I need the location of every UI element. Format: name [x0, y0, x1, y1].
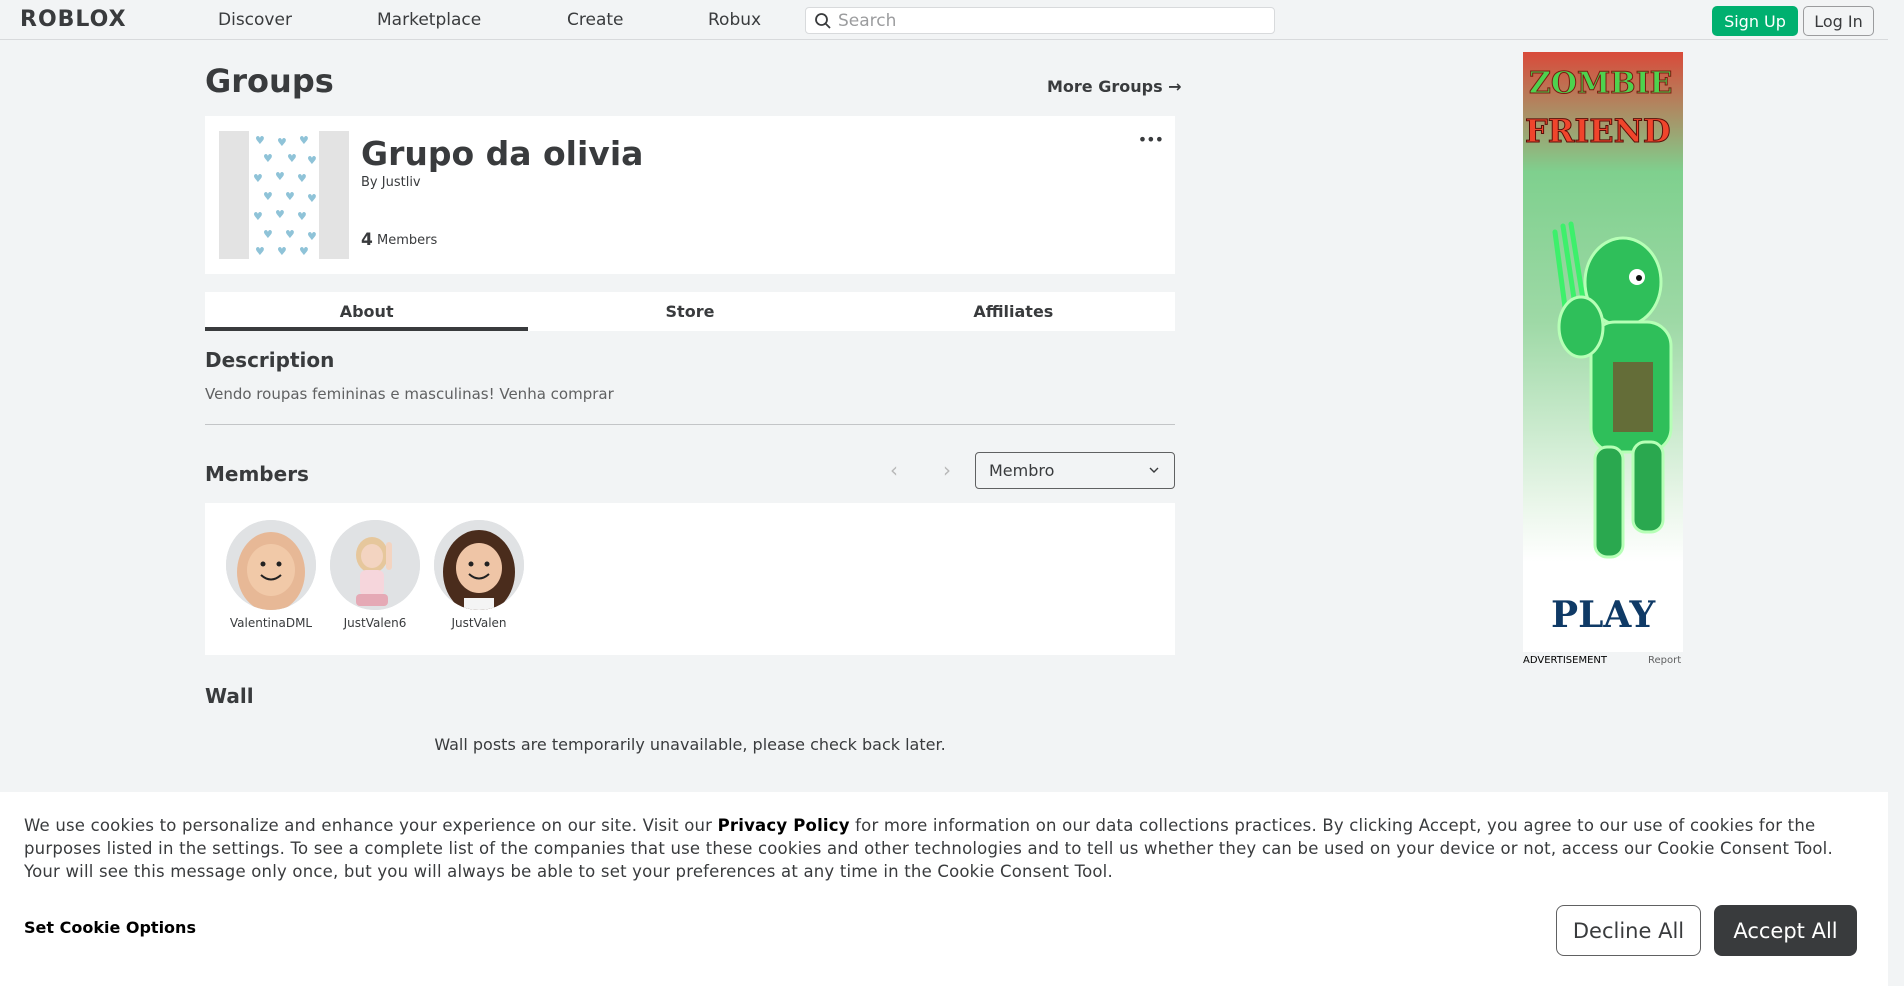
more-options-icon[interactable]: ••• — [1138, 130, 1164, 149]
set-cookie-options-link[interactable]: Set Cookie Options — [24, 918, 196, 937]
search-input[interactable] — [838, 10, 1258, 31]
privacy-policy-link[interactable]: Privacy Policy — [718, 816, 850, 835]
chevron-left-icon[interactable]: ‹ — [890, 458, 898, 482]
wall-heading: Wall — [205, 684, 254, 708]
zombie-character-image — [1552, 221, 1673, 559]
page-title: Groups — [205, 62, 334, 100]
member-card[interactable]: ValentinaDML — [225, 520, 317, 630]
tab-affiliates[interactable]: Affiliates — [852, 292, 1175, 331]
member-name[interactable]: JustValen — [433, 616, 525, 630]
group-tabs: About Store Affiliates — [205, 292, 1175, 331]
accept-all-button[interactable]: Accept All — [1714, 905, 1857, 956]
role-select-value: Membro — [989, 461, 1055, 480]
member-card[interactable]: JustValen6 — [329, 520, 421, 630]
role-select[interactable]: Membro — [975, 452, 1175, 489]
top-navigation-bar: ROBLOX Discover Marketplace Create Robux… — [0, 0, 1888, 40]
group-name: Grupo da olivia — [361, 134, 644, 173]
roblox-logo[interactable]: ROBLOX — [20, 7, 127, 32]
avatar[interactable] — [330, 520, 420, 610]
group-header-card: ♥ ♥ ♥ ♥ ♥ ♥ ♥ ♥ ♥ ♥ ♥ ♥ ♥ ♥ ♥ ♥ ♥ ♥ ♥ ♥ ♥ Grupo da oli… — [205, 116, 1175, 274]
chevron-down-icon — [1149, 467, 1159, 473]
members-heading: Members — [205, 462, 309, 486]
description-heading: Description — [205, 348, 335, 372]
tab-store[interactable]: Store — [528, 292, 851, 331]
by-label: By — [361, 175, 378, 190]
hearts-pattern-image: ♥ ♥ ♥ ♥ ♥ ♥ ♥ ♥ ♥ ♥ ♥ ♥ ♥ ♥ ♥ ♥ ♥ ♥ ♥ ♥ ♥ — [249, 131, 319, 259]
cookie-text-before: We use cookies to personalize and enhanc… — [24, 816, 718, 835]
search-box[interactable] — [805, 7, 1275, 34]
log-in-button[interactable]: Log In — [1803, 6, 1874, 36]
chevron-right-icon[interactable]: › — [943, 458, 951, 482]
nav-link-discover[interactable]: Discover — [218, 10, 292, 30]
description-text: Vendo roupas femininas e masculinas! Ven… — [205, 385, 614, 403]
ad-play-cta[interactable]: PLAY — [1551, 594, 1655, 636]
advertisement-label: ADVERTISEMENT — [1523, 655, 1608, 666]
cookie-message: We use cookies to personalize and enhanc… — [24, 814, 1864, 883]
nav-link-marketplace[interactable]: Marketplace — [377, 10, 481, 30]
avatar[interactable] — [226, 520, 316, 610]
member-card[interactable]: JustValen — [433, 520, 525, 630]
nav-link-robux[interactable]: Robux — [708, 10, 761, 30]
group-emblem: ♥ ♥ ♥ ♥ ♥ ♥ ♥ ♥ ♥ ♥ ♥ ♥ ♥ ♥ ♥ ♥ ♥ ♥ ♥ ♥ ♥ — [219, 131, 349, 259]
member-count: 4 — [361, 230, 373, 250]
tab-about[interactable]: About — [205, 292, 529, 331]
wall-unavailable-message: Wall posts are temporarily unavailable, … — [434, 735, 946, 754]
divider — [205, 424, 1175, 425]
ad-title-line2: FRIEND — [1525, 112, 1672, 151]
members-list: ValentinaDML JustValen6 JustValen — [205, 503, 1175, 655]
cookie-consent-banner: We use cookies to personalize and enhanc… — [0, 792, 1888, 986]
search-icon — [815, 13, 831, 29]
sign-up-button[interactable]: Sign Up — [1712, 6, 1798, 36]
owner-link[interactable]: Justliv — [382, 175, 421, 190]
advertisement-banner[interactable]: ZOMBIE FRIEND PLAY — [1523, 52, 1683, 652]
members-label: Members — [377, 233, 438, 248]
ad-title-line1: ZOMBIE — [1529, 66, 1673, 102]
group-owner: By Justliv — [361, 175, 421, 190]
member-name[interactable]: ValentinaDML — [225, 616, 317, 630]
ad-report-link[interactable]: Report — [1648, 655, 1681, 666]
member-name[interactable]: JustValen6 — [329, 616, 421, 630]
more-groups-link[interactable]: More Groups → — [1047, 77, 1182, 96]
decline-all-button[interactable]: Decline All — [1556, 905, 1701, 956]
avatar[interactable] — [434, 520, 524, 610]
nav-link-create[interactable]: Create — [567, 10, 624, 30]
